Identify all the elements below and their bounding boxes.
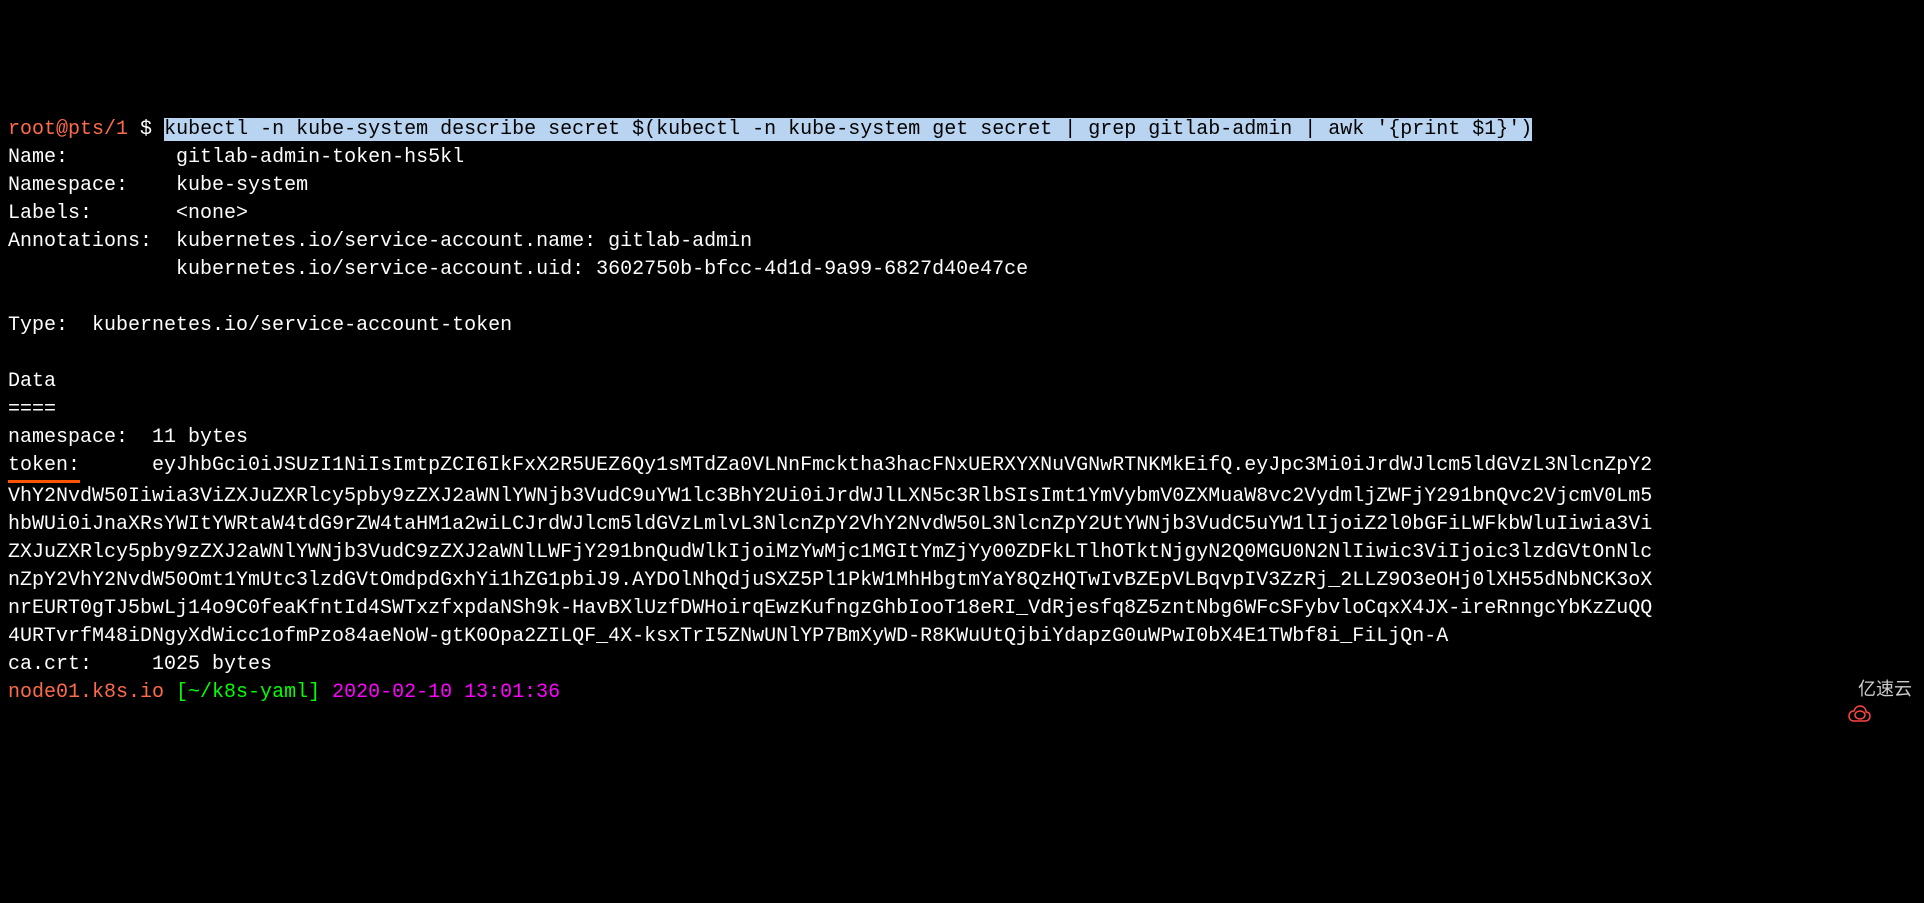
annotations-row2: kubernetes.io/service-account.uid: 36027…	[8, 258, 1028, 281]
command-text: kubectl -n kube-system describe secret $…	[164, 118, 1532, 141]
name-row: Name: gitlab-admin-token-hs5kl	[8, 146, 464, 169]
annotations-value1: kubernetes.io/service-account.name: gitl…	[176, 230, 752, 253]
data-divider: ====	[8, 398, 56, 421]
name-label: Name:	[8, 146, 68, 169]
type-row: Type: kubernetes.io/service-account-toke…	[8, 314, 512, 337]
watermark: 亿速云	[1826, 677, 1912, 702]
token-label: token:	[8, 452, 80, 483]
ns-data-value: 11 bytes	[152, 426, 248, 449]
labels-label: Labels:	[8, 202, 92, 225]
prompt-user-host: root@pts/1	[8, 118, 128, 141]
type-label: Type:	[8, 314, 68, 337]
labels-value: <none>	[176, 202, 248, 225]
ns-data-label: namespace:	[8, 426, 128, 449]
data-header: Data	[8, 370, 56, 393]
ns-data-row: namespace: 11 bytes	[8, 426, 248, 449]
namespace-row: Namespace: kube-system	[8, 174, 308, 197]
labels-row: Labels: <none>	[8, 202, 248, 225]
prompt-line: root@pts/1 $ kubectl -n kube-system desc…	[8, 118, 1532, 141]
watermark-cloud-icon	[1826, 678, 1854, 700]
bottom-path: [~/k8s-yaml]	[176, 681, 320, 704]
bottom-host: node01.k8s.io	[8, 681, 164, 704]
token-value-first: eyJhbGci0iJSUzI1NiIsImtpZCI6IkFxX2R5UEZ6…	[152, 454, 1652, 477]
token-value-rest: VhY2NvdW50Iiwia3ViZXJuZXRlcy5pby9zZXJ2aW…	[8, 485, 1652, 648]
watermark-text: 亿速云	[1858, 677, 1912, 702]
token-row: token: eyJhbGci0iJSUzI1NiIsImtpZCI6IkFxX…	[8, 454, 1652, 477]
annotations-value2: kubernetes.io/service-account.uid: 36027…	[176, 258, 1028, 281]
cacrt-row: ca.crt: 1025 bytes	[8, 653, 272, 676]
name-value: gitlab-admin-token-hs5kl	[176, 146, 464, 169]
terminal-output[interactable]: root@pts/1 $ kubectl -n kube-system desc…	[8, 116, 1916, 707]
annotations-row1: Annotations: kubernetes.io/service-accou…	[8, 230, 752, 253]
cacrt-value: 1025 bytes	[152, 653, 272, 676]
annotations-label: Annotations:	[8, 230, 152, 253]
bottom-prompt-line: node01.k8s.io [~/k8s-yaml] 2020-02-10 13…	[8, 681, 560, 704]
bottom-timestamp: 2020-02-10 13:01:36	[332, 681, 560, 704]
cacrt-label: ca.crt:	[8, 653, 92, 676]
prompt-dollar: $	[140, 118, 152, 141]
namespace-label: Namespace:	[8, 174, 128, 197]
namespace-value: kube-system	[176, 174, 308, 197]
type-value: kubernetes.io/service-account-token	[92, 314, 512, 337]
